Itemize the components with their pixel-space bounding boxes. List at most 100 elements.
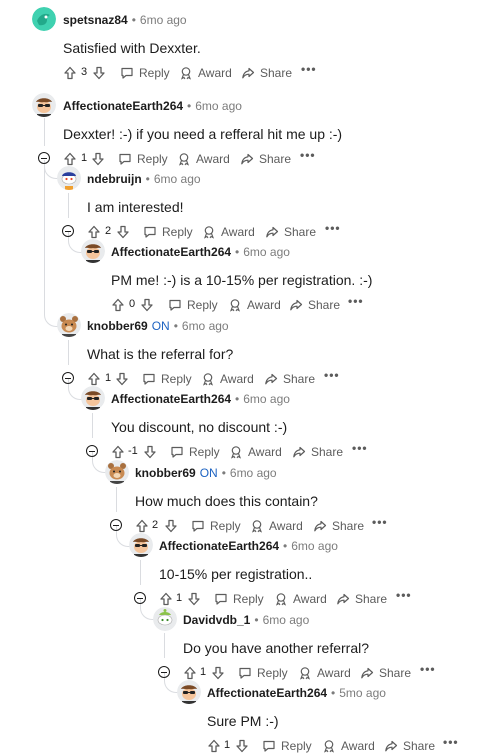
username[interactable]: knobber69 [87,319,148,333]
username[interactable]: AffectionateEarth264 [111,245,231,259]
reply-button[interactable]: Reply [143,225,193,239]
collapse-button[interactable] [86,445,98,457]
timestamp[interactable]: 6mo ago [140,13,187,27]
downvote-icon[interactable] [187,592,201,606]
bear-avatar[interactable] [105,460,129,484]
green-bird-avatar[interactable] [32,7,56,31]
collapse-button[interactable] [134,592,146,604]
share-button[interactable]: Share [336,592,387,606]
share-button[interactable]: Share [313,519,364,533]
upvote-icon[interactable] [111,445,125,459]
collapse-button[interactable] [158,666,170,678]
username[interactable]: AffectionateEarth264 [111,392,231,406]
award-button[interactable]: Award [177,152,230,166]
collapse-button[interactable] [110,519,122,531]
award-button[interactable]: Award [298,666,351,680]
share-button[interactable]: Share [384,739,435,753]
upvote-icon[interactable] [87,372,101,386]
more-options-button[interactable]: ••• [324,368,340,382]
timestamp[interactable]: 6mo ago [154,172,201,186]
vote-count: 1 [176,592,183,604]
award-button[interactable]: Award [179,66,232,80]
downvote-icon[interactable] [235,739,249,753]
award-button[interactable]: Award [274,592,327,606]
share-button[interactable]: Share [289,298,340,312]
reply-button[interactable]: Reply [120,66,170,80]
share-button[interactable]: Share [264,372,315,386]
username[interactable]: AffectionateEarth264 [159,539,279,553]
username[interactable]: ndebruijn [87,172,142,186]
award-button[interactable]: Award [228,298,281,312]
timestamp[interactable]: 6mo ago [182,319,229,333]
bear-avatar[interactable] [57,313,81,337]
sunglasses-avatar[interactable] [129,533,153,557]
collapse-button[interactable] [62,225,74,237]
share-button[interactable]: Share [265,225,316,239]
snoo-cap-avatar[interactable] [57,166,81,190]
share-button[interactable]: Share [240,152,291,166]
timestamp[interactable]: 6mo ago [195,99,242,113]
reply-button[interactable]: Reply [170,445,220,459]
more-options-button[interactable]: ••• [301,62,317,76]
reply-button[interactable]: Reply [238,666,288,680]
more-options-button[interactable]: ••• [352,441,368,455]
upvote-icon[interactable] [111,298,125,312]
upvote-icon[interactable] [87,225,101,239]
collapse-button[interactable] [38,152,50,164]
more-options-button[interactable]: ••• [348,294,364,308]
timestamp[interactable]: 5mo ago [339,686,386,700]
upvote-icon[interactable] [159,592,173,606]
username[interactable]: spetsnaz84 [63,13,128,27]
more-options-button[interactable]: ••• [396,588,412,602]
username[interactable]: AffectionateEarth264 [63,99,183,113]
downvote-icon[interactable] [91,152,105,166]
timestamp[interactable]: 6mo ago [243,392,290,406]
sunglasses-avatar[interactable] [177,680,201,704]
upvote-icon[interactable] [135,519,149,533]
reply-button[interactable]: Reply [118,152,168,166]
reply-button[interactable]: Reply [142,372,192,386]
award-button[interactable]: Award [322,739,375,753]
snoo-green-avatar[interactable] [153,607,177,631]
username[interactable]: Davidvdb_1 [183,613,250,627]
more-options-button[interactable]: ••• [300,148,316,162]
award-button[interactable]: Award [201,372,254,386]
reply-button[interactable]: Reply [191,519,241,533]
timestamp[interactable]: 6mo ago [243,245,290,259]
username[interactable]: knobber69 [135,466,196,480]
upvote-icon[interactable] [207,739,221,753]
award-button[interactable]: Award [202,225,255,239]
share-button[interactable]: Share [292,445,343,459]
sunglasses-avatar[interactable] [81,239,105,263]
upvote-icon[interactable] [63,152,77,166]
sunglasses-avatar[interactable] [32,93,56,117]
timestamp[interactable]: 6mo ago [291,539,338,553]
more-options-button[interactable]: ••• [372,515,388,529]
username[interactable]: AffectionateEarth264 [207,686,327,700]
upvote-icon[interactable] [63,66,77,80]
sunglasses-avatar[interactable] [81,386,105,410]
timestamp[interactable]: 6mo ago [230,466,277,480]
more-options-button[interactable]: ••• [443,735,459,749]
more-options-button[interactable]: ••• [420,662,436,676]
downvote-icon[interactable] [140,298,154,312]
reply-button[interactable]: Reply [214,592,264,606]
downvote-icon[interactable] [115,372,129,386]
award-button[interactable]: Award [229,445,282,459]
award-icon [323,740,335,753]
collapse-button[interactable] [62,372,74,384]
downvote-icon[interactable] [211,666,225,680]
upvote-icon[interactable] [183,666,197,680]
share-button[interactable]: Share [360,666,411,680]
share-icon [385,740,398,752]
share-button[interactable]: Share [241,66,292,80]
downvote-icon[interactable] [92,66,106,80]
downvote-icon[interactable] [164,519,178,533]
downvote-icon[interactable] [116,225,130,239]
timestamp[interactable]: 6mo ago [263,613,310,627]
award-button[interactable]: Award [250,519,303,533]
reply-button[interactable]: Reply [168,298,218,312]
downvote-icon[interactable] [143,445,157,459]
reply-button[interactable]: Reply [262,739,312,753]
more-options-button[interactable]: ••• [325,221,341,235]
